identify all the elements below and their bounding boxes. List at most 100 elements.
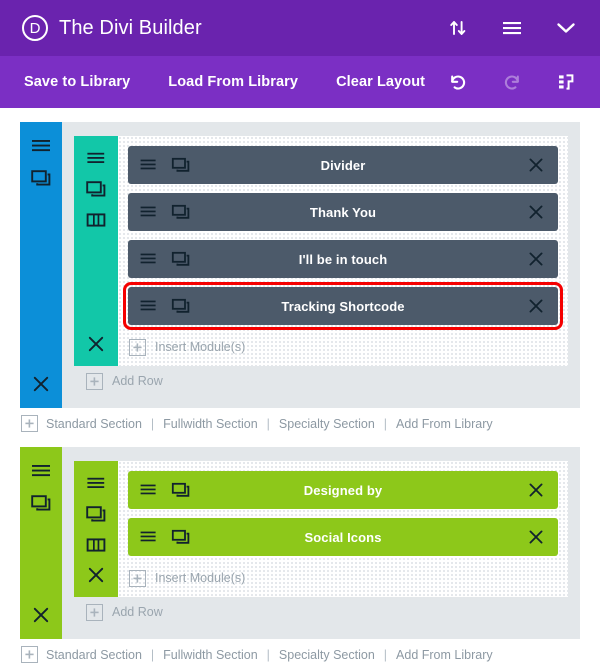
clone-icon[interactable] xyxy=(171,156,191,174)
row-green-modules: Designed by xyxy=(118,461,568,597)
hamburger-menu-icon[interactable] xyxy=(139,528,159,546)
clone-icon[interactable] xyxy=(171,250,191,268)
header-icon-group xyxy=(446,16,578,40)
undo-icon[interactable] xyxy=(446,70,470,94)
module-close-icon[interactable] xyxy=(525,201,547,223)
section-blue[interactable]: Divider xyxy=(20,122,580,408)
row-green-sidebar xyxy=(74,461,118,597)
clone-icon[interactable] xyxy=(29,493,53,513)
clone-icon[interactable] xyxy=(171,481,191,499)
plus-icon xyxy=(86,604,103,621)
module-label: Tracking Shortcode xyxy=(128,299,558,314)
add-from-library-link[interactable]: Add From Library xyxy=(396,648,493,662)
load-from-library-button[interactable]: Load From Library xyxy=(168,74,298,90)
standard-section-link[interactable]: Standard Section xyxy=(46,648,142,662)
clone-icon[interactable] xyxy=(29,168,53,188)
clone-icon[interactable] xyxy=(171,203,191,221)
section-green-close-icon[interactable] xyxy=(29,603,53,627)
specialty-section-link[interactable]: Specialty Section xyxy=(279,648,375,662)
row-teal-modules: Divider xyxy=(118,136,568,366)
insert-modules-label: Insert Module(s) xyxy=(155,340,245,354)
module-label: Designed by xyxy=(128,483,558,498)
fullwidth-section-link[interactable]: Fullwidth Section xyxy=(163,648,258,662)
row-green[interactable]: Designed by xyxy=(74,461,568,597)
clone-icon[interactable] xyxy=(84,179,108,199)
module-tools xyxy=(139,297,191,315)
module-tools xyxy=(139,156,191,174)
module-divider[interactable]: Divider xyxy=(128,146,558,184)
brand: D The Divi Builder xyxy=(22,15,446,41)
module-close-icon[interactable] xyxy=(525,479,547,501)
specialty-section-link[interactable]: Specialty Section xyxy=(279,417,375,431)
section-links-bottom: Standard Section | Fullwidth Section | S… xyxy=(20,639,580,664)
module-label: I'll be in touch xyxy=(128,252,558,267)
clone-icon[interactable] xyxy=(171,297,191,315)
clear-layout-button[interactable]: Clear Layout xyxy=(336,74,425,90)
clone-icon[interactable] xyxy=(171,528,191,546)
row-green-sidebar-tools xyxy=(84,473,108,555)
builder-toolbar: Save to Library Load From Library Clear … xyxy=(0,56,600,108)
sort-arrows-icon[interactable] xyxy=(446,16,470,40)
module-social-icons[interactable]: Social Icons xyxy=(128,518,558,556)
add-from-library-link[interactable]: Add From Library xyxy=(396,417,493,431)
module-tools xyxy=(139,481,191,499)
toolbar-actions xyxy=(446,70,578,94)
add-row-button-green[interactable]: Add Row xyxy=(74,597,568,627)
hamburger-menu-icon[interactable] xyxy=(84,148,108,168)
hamburger-menu-icon[interactable] xyxy=(139,156,159,174)
module-ill-be-in-touch[interactable]: I'll be in touch xyxy=(128,240,558,278)
section-green-sidebar xyxy=(20,447,62,639)
insert-modules-button[interactable]: Insert Module(s) xyxy=(128,334,558,360)
hamburger-menu-icon[interactable] xyxy=(139,250,159,268)
builder-canvas: Divider xyxy=(0,108,600,664)
hamburger-menu-icon[interactable] xyxy=(139,203,159,221)
spacer xyxy=(20,439,580,447)
module-tools xyxy=(139,528,191,546)
module-tools xyxy=(139,250,191,268)
row-teal-sidebar-tools xyxy=(84,148,108,230)
hamburger-menu-icon[interactable] xyxy=(29,461,53,481)
add-row-label: Add Row xyxy=(112,605,163,619)
columns-icon[interactable] xyxy=(84,535,108,555)
insert-modules-button-green[interactable]: Insert Module(s) xyxy=(128,565,558,591)
separator: | xyxy=(150,417,155,431)
module-close-icon[interactable] xyxy=(525,248,547,270)
chevron-down-icon[interactable] xyxy=(554,16,578,40)
add-row-button-blue[interactable]: Add Row xyxy=(74,366,568,396)
section-green-sidebar-tools xyxy=(29,461,53,513)
page-title: The Divi Builder xyxy=(59,17,202,40)
module-thank-you[interactable]: Thank You xyxy=(128,193,558,231)
row-teal-close-icon[interactable] xyxy=(84,332,108,356)
section-green[interactable]: Designed by xyxy=(20,447,580,639)
hamburger-menu-icon[interactable] xyxy=(139,297,159,315)
module-designed-by[interactable]: Designed by xyxy=(128,471,558,509)
module-tools xyxy=(139,203,191,221)
section-green-body: Designed by xyxy=(62,447,580,639)
columns-icon[interactable] xyxy=(84,210,108,230)
row-green-close-icon[interactable] xyxy=(84,563,108,587)
separator: | xyxy=(266,417,271,431)
standard-section-link[interactable]: Standard Section xyxy=(46,417,142,431)
plus-icon xyxy=(86,373,103,390)
module-label: Thank You xyxy=(128,205,558,220)
clone-icon[interactable] xyxy=(84,504,108,524)
row-teal[interactable]: Divider xyxy=(74,136,568,366)
redo-icon[interactable] xyxy=(500,70,524,94)
section-blue-body: Divider xyxy=(62,122,580,408)
plus-icon xyxy=(129,339,146,356)
module-close-icon[interactable] xyxy=(525,526,547,548)
module-close-icon[interactable] xyxy=(525,295,547,317)
plus-icon xyxy=(129,570,146,587)
plus-icon xyxy=(21,646,38,663)
fullwidth-section-link[interactable]: Fullwidth Section xyxy=(163,417,258,431)
module-tracking-shortcode[interactable]: Tracking Shortcode xyxy=(128,287,558,325)
hamburger-menu-icon[interactable] xyxy=(139,481,159,499)
insert-modules-label: Insert Module(s) xyxy=(155,571,245,585)
save-to-library-button[interactable]: Save to Library xyxy=(24,74,130,90)
hamburger-menu-icon[interactable] xyxy=(29,136,53,156)
hamburger-menu-icon[interactable] xyxy=(500,16,524,40)
module-close-icon[interactable] xyxy=(525,154,547,176)
editing-history-icon[interactable] xyxy=(554,70,578,94)
hamburger-menu-icon[interactable] xyxy=(84,473,108,493)
section-blue-close-icon[interactable] xyxy=(29,372,53,396)
